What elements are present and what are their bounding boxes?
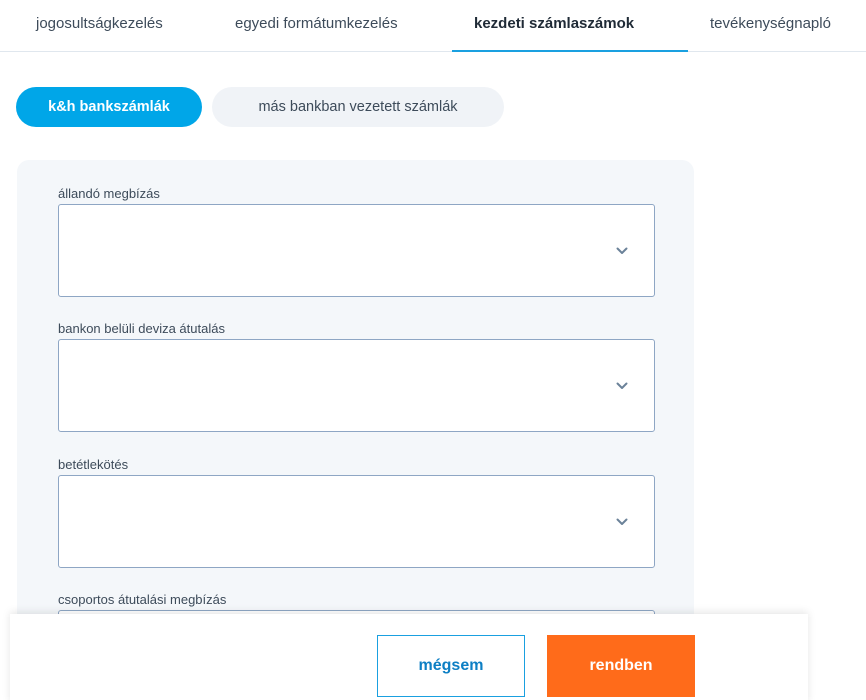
subtab-kh-bankszamlak[interactable]: k&h bankszámlák [16,87,202,127]
select-bankon-beluli-deviza-atutalas[interactable] [58,339,655,432]
select-betetlekotes[interactable] [58,475,655,568]
chevron-down-icon [616,518,628,525]
chevron-down-icon [616,247,628,254]
tab-egyedi-formatumkezeles[interactable]: egyedi formátumkezelés [235,0,398,52]
field-label-bankon-beluli-deviza-atutalas: bankon belüli deviza átutalás [58,321,225,336]
tab-tevekenysegnaplo[interactable]: tevékenységnapló [710,0,831,52]
top-tab-bar: jogosultságkezelés egyedi formátumkezelé… [0,0,866,52]
action-bar: mégsem rendben [10,614,808,700]
subtab-mas-bankban-vezetett-szamlak[interactable]: más bankban vezetett számlák [212,87,504,127]
field-label-allando-megbizas: állandó megbízás [58,186,160,201]
tab-kezdeti-szamlaszamok[interactable]: kezdeti számlaszámok [452,0,688,52]
cancel-button[interactable]: mégsem [377,635,525,697]
field-label-csoportos-atutalasi-megbizas: csoportos átutalási megbízás [58,592,227,607]
chevron-down-icon [616,382,628,389]
ok-button[interactable]: rendben [547,635,695,697]
field-label-betetlekotes: betétlekötés [58,457,129,472]
tab-jogosultsagkezeles[interactable]: jogosultságkezelés [36,0,163,52]
page: jogosultságkezelés egyedi formátumkezelé… [0,0,866,700]
select-allando-megbizas[interactable] [58,204,655,297]
